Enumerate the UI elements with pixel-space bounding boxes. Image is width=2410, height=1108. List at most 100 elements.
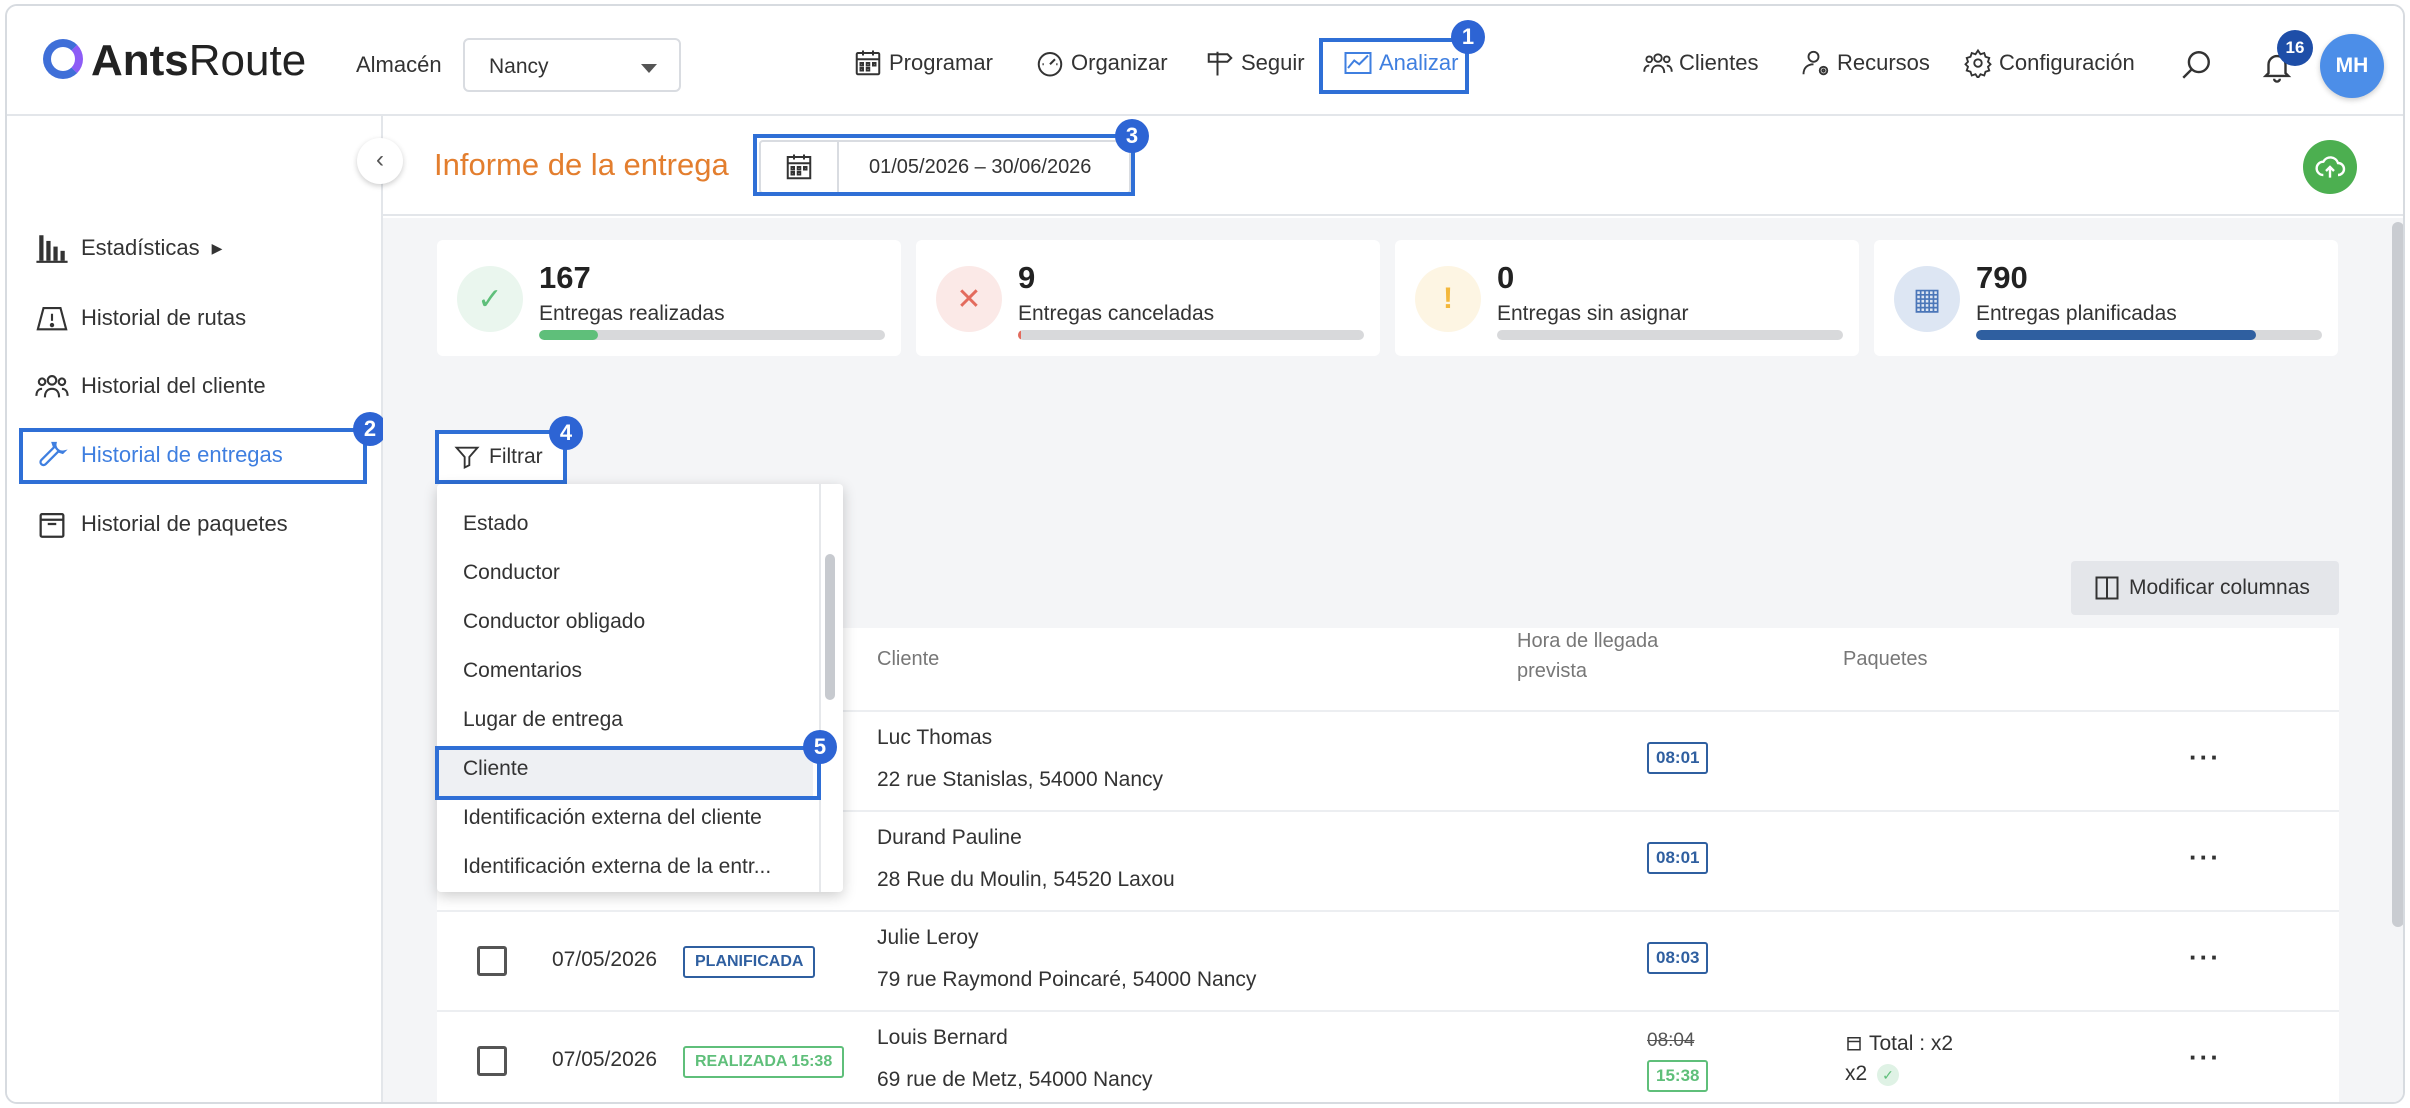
caret-right-icon: ▶ [211, 239, 223, 256]
app-window: AntsRoute Almacén Nancy Programar Organi… [5, 4, 2405, 1104]
package-icon [39, 512, 65, 538]
sidebar-item-label: Historial del cliente [81, 373, 266, 398]
dropdown-scrollbar[interactable] [825, 554, 835, 700]
dropdown-scroll-track [819, 484, 821, 892]
filter-option-estado[interactable]: Estado [463, 512, 528, 536]
column-header-packages[interactable]: Paquetes [1843, 648, 1928, 671]
nav-configuracion[interactable]: Configuración [1963, 46, 2135, 80]
arrival-time: 08:01 [1647, 842, 1709, 874]
chevron-left-icon: ‹ [376, 146, 384, 173]
sidebar-item-estadisticas[interactable]: Estadísticas ▶ [35, 228, 222, 268]
column-header-arrival-2: prevista [1517, 660, 1588, 682]
nav-clientes[interactable]: Clientes [1643, 46, 1758, 80]
nav-label: Seguir [1241, 50, 1305, 75]
table-row[interactable]: 07/05/2026 REALIZADA 15:38 Louis Bernard… [437, 1010, 2339, 1102]
highlight-box [435, 430, 567, 484]
table-row[interactable]: 07/05/2026 PLANIFICADA Julie Leroy 79 ru… [437, 910, 2339, 1008]
step-badge: 5 [803, 730, 837, 764]
nav-label: Recursos [1837, 50, 1930, 75]
more-options-icon[interactable]: ··· [2189, 742, 2221, 773]
filter-option-comentarios[interactable]: Comentarios [463, 659, 582, 683]
stat-progress [1976, 330, 2322, 340]
search-icon[interactable] [2179, 48, 2213, 82]
column-header-client[interactable]: Cliente [877, 648, 939, 671]
sidebar-item-historial-cliente[interactable]: Historial del cliente [35, 366, 266, 406]
filter-option-conductor[interactable]: Conductor [463, 561, 560, 585]
client-name: Durand Pauline [877, 826, 1022, 849]
original-arrival-time: 08:04 [1647, 1030, 1695, 1051]
stat-value: 0 [1497, 260, 1515, 295]
avatar[interactable]: MH [2320, 34, 2384, 98]
collapse-sidebar-button[interactable]: ‹ [357, 138, 403, 184]
client-address: 79 rue Raymond Poincaré, 54000 Nancy [877, 968, 1257, 991]
stat-card-sin-asignar: ! 0 Entregas sin asignar [1395, 240, 1859, 356]
users-icon [35, 375, 69, 398]
close-icon: ✕ [936, 266, 1002, 332]
stat-card-canceladas: ✕ 9 Entregas canceladas [916, 240, 1380, 356]
client-name: Louis Bernard [877, 1026, 1008, 1049]
highlight-box [435, 746, 821, 800]
nav-label: Organizar [1071, 50, 1168, 75]
more-options-icon[interactable]: ··· [2189, 1042, 2221, 1073]
warehouse-value: Nancy [489, 55, 549, 78]
warehouse-label: Almacén [356, 52, 442, 77]
nav-label: Configuración [1999, 50, 2135, 75]
stat-value: 9 [1018, 260, 1036, 295]
stat-label: Entregas canceladas [1018, 302, 1215, 325]
bar-chart-icon [36, 235, 68, 263]
client-address: 69 rue de Metz, 54000 Nancy [877, 1068, 1153, 1091]
page-scrollbar[interactable] [2392, 222, 2403, 927]
progress-fill [539, 330, 598, 340]
sidebar-item-label: Historial de paquetes [81, 511, 288, 536]
nav-label: Clientes [1679, 50, 1759, 75]
row-checkbox[interactable] [477, 946, 507, 976]
delivery-date: 07/05/2026 [552, 1048, 658, 1071]
nav-programar[interactable]: Programar [853, 46, 993, 80]
export-button[interactable] [2303, 140, 2357, 194]
row-checkbox[interactable] [477, 1046, 507, 1076]
step-badge: 1 [1451, 20, 1485, 54]
sidebar-item-historial-rutas[interactable]: Historial de rutas [35, 298, 246, 338]
map-icon [36, 307, 68, 331]
stat-value: 790 [1976, 260, 2028, 295]
delivery-date: 07/05/2026 [552, 948, 658, 971]
stat-progress [539, 330, 885, 340]
modify-columns-button[interactable]: Modificar columnas [2071, 561, 2339, 615]
nav-organizar[interactable]: Organizar [1035, 46, 1168, 80]
client-address: 22 rue Stanislas, 54000 Nancy [877, 768, 1164, 791]
filter-dropdown: Estado Conductor Conductor obligado Come… [437, 484, 843, 892]
sidebar-item-historial-paquetes[interactable]: Historial de paquetes [35, 504, 288, 544]
stat-label: Entregas planificadas [1976, 302, 2177, 325]
step-badge: 2 [353, 412, 387, 446]
stat-value: 167 [539, 260, 591, 295]
stat-label: Entregas realizadas [539, 302, 725, 325]
signpost-icon [1207, 51, 1233, 76]
warehouse-select[interactable]: Nancy [463, 38, 681, 92]
arrival-time: 08:01 [1647, 742, 1709, 774]
progress-fill [1976, 330, 2257, 340]
client-name: Julie Leroy [877, 926, 979, 949]
arrival-time: 08:03 [1647, 942, 1709, 974]
users-icon [1643, 53, 1673, 74]
filter-option-id-externa-entrega[interactable]: Identificación externa de la entr... [463, 855, 771, 879]
filter-option-conductor-obligado[interactable]: Conductor obligado [463, 610, 645, 634]
stat-card-planificadas: ▦ 790 Entregas planificadas [1874, 240, 2338, 356]
page-title: Informe de la entrega [434, 147, 729, 182]
highlight-box [1319, 38, 1469, 94]
packages-total: Total : x2 [1869, 1032, 1954, 1055]
more-options-icon[interactable]: ··· [2189, 942, 2221, 973]
user-gear-icon [1802, 50, 1829, 76]
more-options-icon[interactable]: ··· [2189, 842, 2221, 873]
warning-icon: ! [1415, 266, 1481, 332]
sidebar-item-label: Estadísticas [81, 235, 200, 260]
status-badge: REALIZADA 15:38 [683, 1046, 845, 1078]
step-badge: 4 [549, 416, 583, 450]
logo[interactable]: AntsRoute [91, 36, 306, 86]
nav-seguir[interactable]: Seguir [1205, 46, 1305, 80]
logo-icon [43, 39, 83, 79]
column-header-arrival[interactable]: Hora de llegada [1517, 630, 1658, 653]
filter-option-id-externa-cliente[interactable]: Identificación externa del cliente [463, 806, 762, 830]
filter-option-lugar-entrega[interactable]: Lugar de entrega [463, 708, 623, 732]
nav-recursos[interactable]: Recursos [1801, 46, 1930, 80]
calendar-icon [855, 50, 881, 76]
